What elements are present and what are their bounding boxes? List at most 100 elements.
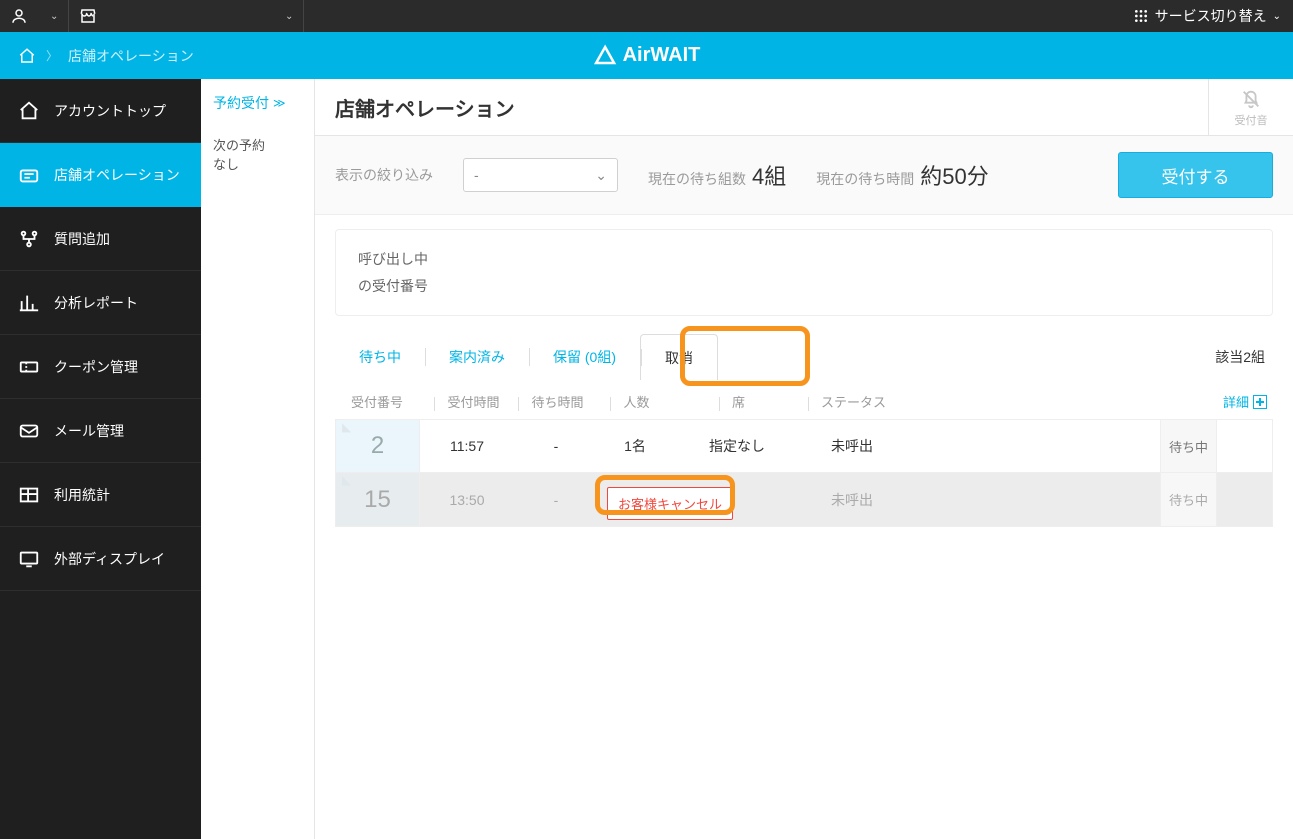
- sidebar-item-label: 分析レポート: [54, 293, 138, 313]
- sidebar-item-label: メール管理: [54, 421, 124, 441]
- table-row[interactable]: ◣15 13:50 - 未呼出 待ち中: [335, 473, 1273, 527]
- result-count: 該当2組: [1215, 347, 1273, 367]
- status-tabs: 待ち中 案内済み 保留 (0組) 取消: [335, 334, 718, 380]
- table-icon: [18, 484, 40, 506]
- chevron-down-icon: ⌄: [1273, 11, 1281, 22]
- col-time: 受付時間: [425, 392, 509, 411]
- breadcrumb: 〉 店舗オペレーション: [0, 46, 194, 66]
- cell-seat: 指定なし: [672, 420, 802, 472]
- detail-label: 詳細: [1223, 392, 1249, 411]
- cell-blank: [1216, 420, 1272, 472]
- chevron-down-icon: ⌄: [285, 11, 293, 22]
- detail-expand[interactable]: 詳細: [1223, 392, 1267, 411]
- sidebar-item-label: 利用統計: [54, 485, 110, 505]
- bell-off-icon: [1240, 88, 1262, 110]
- store-icon: [79, 7, 97, 25]
- sidebar-item-label: 質問追加: [54, 229, 110, 249]
- breadcrumb-separator: 〉: [46, 47, 58, 64]
- sidebar-item-mail[interactable]: メール管理: [0, 399, 201, 463]
- breadcrumb-current: 店舗オペレーション: [68, 46, 194, 66]
- calling-line1: 呼び出し中: [358, 246, 1250, 273]
- annotation-highlight: [595, 475, 735, 515]
- stat-value: 約50分: [920, 159, 988, 191]
- tab-label: 取消: [665, 348, 693, 368]
- sidebar-item-account-top[interactable]: アカウントトップ: [0, 79, 201, 143]
- cell-action[interactable]: 待ち中: [1160, 473, 1216, 526]
- tab-label: 待ち中: [359, 347, 401, 367]
- home-icon: [18, 100, 40, 122]
- grid-icon: [1133, 8, 1149, 24]
- cell-action[interactable]: 待ち中: [1160, 420, 1216, 472]
- stat-value: 4組: [752, 159, 786, 191]
- sidebar-item-label: クーポン管理: [54, 357, 138, 377]
- service-switcher[interactable]: サービス切り替え ⌄: [1121, 0, 1293, 32]
- app-header: 〉 店舗オペレーション AirWAIT: [0, 32, 1293, 79]
- account-menu[interactable]: ⌄: [0, 0, 69, 32]
- sidebar-item-usage-stats[interactable]: 利用統計: [0, 463, 201, 527]
- brand-icon: [593, 44, 617, 68]
- ticket-icon: [18, 164, 40, 186]
- plus-icon: [1253, 395, 1267, 409]
- store-menu[interactable]: ⌄: [69, 0, 304, 32]
- col-status: ステータス: [797, 392, 897, 411]
- next-reservation-label: 次の予約: [213, 135, 302, 154]
- cell-wait: -: [514, 420, 598, 472]
- main-header: 店舗オペレーション 受付音: [315, 79, 1293, 136]
- cell-status: 未呼出: [802, 473, 902, 526]
- alert-sound-label: 受付音: [1235, 112, 1268, 128]
- cell-people: 1名: [598, 420, 672, 472]
- main-area: 店舗オペレーション 受付音 表示の絞り込み - ⌄ 現在の待ち組数 4組 現在の…: [315, 79, 1293, 839]
- sidebar-item-question-add[interactable]: 質問追加: [0, 207, 201, 271]
- table-row[interactable]: ◣2 11:57 - 1名 指定なし 未呼出 待ち中: [335, 419, 1273, 473]
- filter-dropdown[interactable]: - ⌄: [463, 158, 618, 192]
- sidebar: アカウントトップ 店舗オペレーション 質問追加 分析レポート クーポン管理 メー…: [0, 79, 201, 839]
- service-switcher-label: サービス切り替え: [1155, 6, 1267, 26]
- bookmark-icon: ◣: [342, 473, 351, 487]
- user-icon: [10, 7, 28, 25]
- global-topbar: ⌄ ⌄ サービス切り替え ⌄: [0, 0, 1293, 32]
- sidebar-item-coupon[interactable]: クーポン管理: [0, 335, 201, 399]
- tab-cancel[interactable]: 取消: [640, 334, 718, 380]
- button-label: 受付する: [1162, 163, 1230, 188]
- tab-label: 保留 (0組): [553, 347, 616, 367]
- col-seat: 席: [667, 392, 797, 411]
- next-reservation-value: なし: [213, 154, 302, 173]
- sidebar-item-analytics[interactable]: 分析レポート: [0, 271, 201, 335]
- tab-done[interactable]: 案内済み: [425, 334, 529, 380]
- brand-logo: AirWAIT: [593, 44, 701, 68]
- waiting-time-stat: 現在の待ち時間 約50分: [816, 159, 988, 191]
- waiting-groups-stat: 現在の待ち組数 4組: [648, 159, 786, 191]
- reservation-accept-link[interactable]: 予約受付 ≫: [213, 93, 302, 113]
- cell-status: 未呼出: [802, 420, 902, 472]
- sidebar-item-store-operation[interactable]: 店舗オペレーション: [0, 143, 201, 207]
- page-title: 店舗オペレーション: [335, 93, 515, 122]
- double-chevron-right-icon: ≫: [273, 96, 286, 110]
- col-people: 人数: [593, 392, 667, 411]
- cell-number: ◣2: [336, 420, 420, 472]
- link-label: 予約受付: [213, 93, 269, 113]
- dropdown-value: -: [474, 167, 479, 183]
- home-icon[interactable]: [18, 47, 36, 65]
- tabs-row: 待ち中 案内済み 保留 (0組) 取消 該当2組: [335, 334, 1273, 380]
- calling-panel: 呼び出し中 の受付番号: [335, 229, 1273, 316]
- stat-label: 現在の待ち時間: [816, 169, 914, 189]
- tab-hold[interactable]: 保留 (0組): [529, 334, 640, 380]
- chart-icon: [18, 292, 40, 314]
- col-number: 受付番号: [351, 392, 425, 411]
- tab-waiting[interactable]: 待ち中: [335, 334, 425, 380]
- cell-wait: -: [514, 473, 598, 526]
- flow-icon: [18, 228, 40, 250]
- filter-bar: 表示の絞り込み - ⌄ 現在の待ち組数 4組 現在の待ち時間 約50分 受付する: [315, 136, 1293, 215]
- mail-icon: [18, 420, 40, 442]
- sub-pane: 予約受付 ≫ 次の予約 なし: [201, 79, 315, 839]
- table-header: 受付番号 受付時間 待ち時間 人数 席 ステータス 詳細: [335, 380, 1273, 419]
- accept-button[interactable]: 受付する: [1118, 152, 1273, 198]
- chevron-down-icon: ⌄: [595, 167, 607, 184]
- alert-sound-toggle[interactable]: 受付音: [1208, 79, 1293, 136]
- sidebar-item-external-display[interactable]: 外部ディスプレイ: [0, 527, 201, 591]
- coupon-icon: [18, 356, 40, 378]
- filter-label: 表示の絞り込み: [335, 165, 433, 185]
- tab-label: 案内済み: [449, 347, 505, 367]
- display-icon: [18, 548, 40, 570]
- brand-text: AirWAIT: [623, 44, 701, 67]
